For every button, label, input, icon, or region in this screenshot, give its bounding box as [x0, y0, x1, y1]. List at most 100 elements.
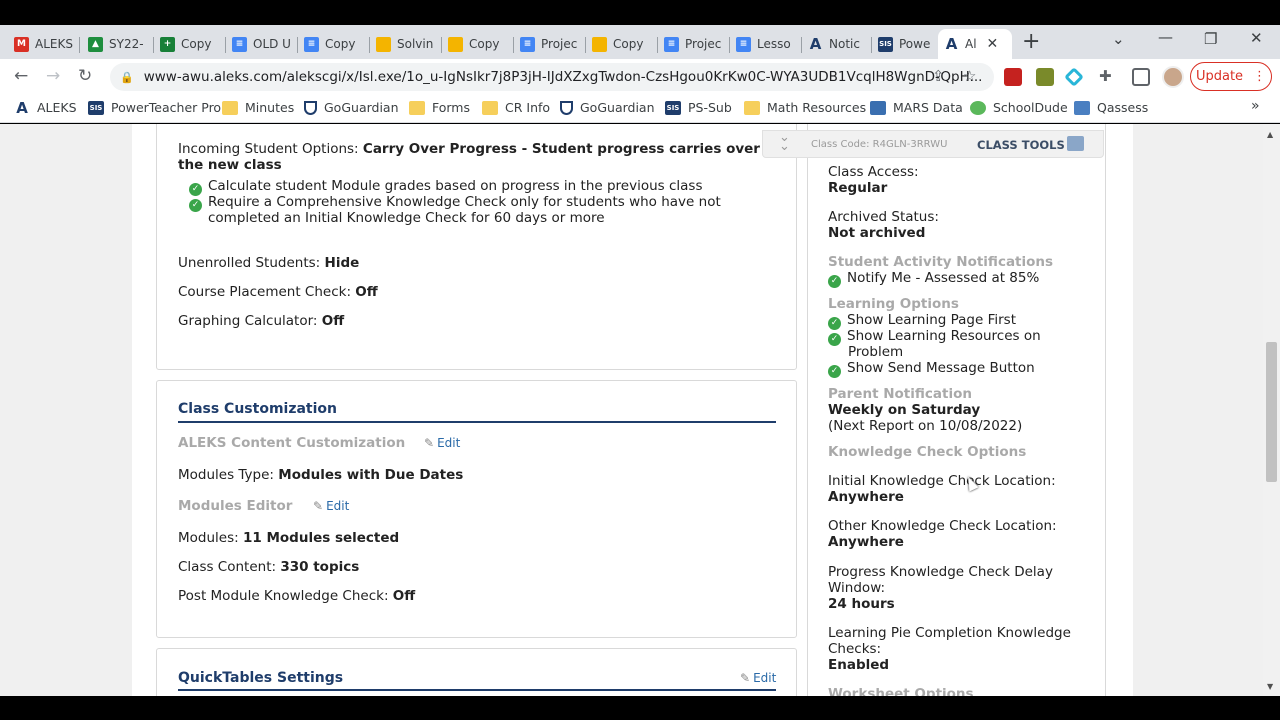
tab-sheets-copy[interactable]: + Copy: [154, 29, 226, 59]
class-access-label: Class Access:: [828, 164, 919, 180]
close-window-icon[interactable]: ✕: [1250, 29, 1263, 47]
bookmark-forms[interactable]: Forms: [409, 100, 470, 115]
tab-search-chevron-icon[interactable]: ⌄: [1112, 30, 1125, 48]
minimize-icon[interactable]: —: [1158, 28, 1173, 46]
bookmark-label: GoGuardian: [580, 100, 655, 115]
class-tools-button[interactable]: CLASS TOOLS: [977, 138, 1065, 152]
content-customization-edit-link[interactable]: ✎ Edit: [424, 436, 460, 450]
tab-docs-copy[interactable]: ≡ Copy: [298, 29, 370, 59]
tab-label: Powe: [899, 37, 931, 51]
bookmark-ps-sub[interactable]: SIS PS-Sub: [665, 100, 732, 115]
aleks-icon: A: [809, 35, 822, 53]
bookmark-schooldude[interactable]: SchoolDude: [970, 100, 1068, 115]
extension-puzzle-badge-icon[interactable]: [1036, 68, 1054, 86]
bookmark-label: Math Resources: [767, 100, 867, 115]
restore-icon[interactable]: ❐: [1204, 30, 1217, 48]
setting-label: Unenrolled Students:: [178, 255, 321, 271]
edit-notepad-icon[interactable]: [1067, 136, 1084, 151]
drive-icon: ▲: [88, 36, 103, 52]
tab-docs-old[interactable]: ≡ OLD U: [226, 29, 298, 59]
tab-drive[interactable]: ▲ SY22-: [82, 29, 154, 59]
side-panel-icon[interactable]: [1132, 68, 1150, 86]
browser-toolbar: ← → ↻ 🔒 www-awu.aleks.com/alekscgi/x/Isl…: [0, 59, 1280, 95]
tab-powerteacher[interactable]: SIS Powe: [872, 29, 938, 59]
url-text: www-awu.aleks.com/alekscgi/x/Isl.exe/1o_…: [143, 69, 983, 85]
bookmark-goguardian-2[interactable]: GoGuardian: [560, 100, 655, 115]
update-button[interactable]: Update ⋮: [1190, 62, 1272, 91]
sis-icon: SIS: [665, 100, 681, 115]
bookmark-label: PowerTeacher Pro: [111, 100, 222, 115]
tab-label: SY22-: [109, 37, 144, 51]
setting-label: Modules Type:: [178, 467, 274, 483]
unenrolled-row: Unenrolled Students: Hide: [178, 255, 359, 271]
tab-docs-project[interactable]: ≡ Projec: [514, 29, 586, 59]
bullet-text: Calculate student Module grades based on…: [208, 178, 703, 194]
bookmark-goguardian[interactable]: GoGuardian: [304, 100, 399, 115]
forward-arrow-icon[interactable]: →: [46, 66, 60, 86]
bookmark-label: Forms: [432, 100, 471, 115]
incoming-bullet-2-cont: completed an Initial Knowledge Check for…: [208, 210, 605, 226]
class-tools-bar: ⌄ ⌄ Class Code: R4GLN-3RRWU CLASS TOOLS: [762, 130, 1104, 158]
tab-aleks-notice[interactable]: A Notic: [802, 29, 872, 59]
edit-label: Edit: [326, 499, 350, 513]
tab-docs-project-2[interactable]: ≡ Projec: [658, 29, 730, 59]
tab-strip: M ALEKS ▲ SY22- + Copy ≡ OLD U ≡ Copy Solvin …: [0, 25, 1280, 59]
bookmark-label: SchoolDude: [993, 100, 1068, 115]
tab-label: Copy: [613, 37, 644, 51]
tab-aleks-gmail[interactable]: M ALEKS: [8, 29, 80, 59]
bookmark-label: Qassess: [1097, 100, 1149, 115]
tab-slides-copy[interactable]: Copy: [442, 29, 514, 59]
close-icon[interactable]: ✕: [987, 36, 999, 52]
item-text: Show Learning Resources on: [847, 328, 1041, 344]
bookmark-qassess[interactable]: Qassess: [1074, 100, 1148, 115]
folder-icon: [744, 100, 760, 115]
extensions-puzzle-icon[interactable]: ✚: [1099, 67, 1112, 85]
item-text: Notify Me - Assessed at 85%: [847, 270, 1040, 286]
tab-label: Copy: [325, 37, 356, 51]
pie-completion-label: Learning Pie Completion Knowledge: [828, 625, 1071, 641]
back-arrow-icon[interactable]: ←: [14, 66, 28, 86]
pencil-icon: ✎: [424, 436, 435, 450]
tab-label: Projec: [685, 37, 722, 51]
bookmarks-overflow-icon[interactable]: »: [1251, 98, 1260, 114]
tab-docs-lesson[interactable]: ≡ Lesso: [730, 29, 802, 59]
notifications-heading: Student Activity Notifications: [828, 254, 1054, 270]
incoming-options-row: Incoming Student Options: Carry Over Pro…: [178, 141, 771, 157]
new-tab-plus-icon[interactable]: +: [1022, 29, 1040, 54]
bookmark-cr-info[interactable]: CR Info: [482, 100, 550, 115]
bookmark-minutes[interactable]: Minutes: [222, 100, 294, 115]
modules-editor-heading: Modules Editor: [178, 498, 293, 514]
check-icon: ✓: [828, 333, 841, 346]
scroll-thumb[interactable]: [1266, 342, 1277, 482]
menu-dots-icon: ⋮: [1253, 69, 1267, 84]
tab-aleks-active[interactable]: A Al ✕: [938, 29, 1012, 59]
share-icon[interactable]: ⇪: [932, 67, 945, 85]
tab-slides-copy-2[interactable]: Copy: [586, 29, 658, 59]
extension-diamond-icon[interactable]: [1064, 67, 1084, 87]
bookmark-aleks[interactable]: A ALEKS: [14, 99, 77, 117]
bookmark-label: ALEKS: [37, 100, 77, 115]
scroll-down-icon[interactable]: ▼: [1267, 682, 1273, 691]
kc-delay-value: 24 hours: [828, 596, 895, 612]
bookmark-powerteacher[interactable]: SIS PowerTeacher Pro: [88, 100, 221, 115]
incoming-value: Carry Over Progress - Student progress c…: [362, 141, 772, 157]
modules-editor-edit-link[interactable]: ✎ Edit: [313, 499, 349, 513]
tab-label: Lesso: [757, 37, 791, 51]
address-bar[interactable]: 🔒 www-awu.aleks.com/alekscgi/x/Isl.exe/1…: [110, 63, 994, 91]
slides-icon: [376, 36, 391, 52]
slides-icon: [592, 36, 607, 52]
page-scrollbar[interactable]: ▲ ▼: [1263, 124, 1280, 696]
pencil-icon: ✎: [740, 671, 751, 685]
bookmark-star-icon[interactable]: ☆: [963, 67, 976, 85]
qassess-icon: [1074, 100, 1090, 115]
profile-avatar[interactable]: [1162, 66, 1184, 88]
bookmark-math-resources[interactable]: Math Resources: [744, 100, 866, 115]
quicktables-edit-link[interactable]: ✎ Edit: [740, 671, 776, 685]
extension-badge-icon[interactable]: [1004, 68, 1022, 86]
content-customization-heading: ALEKS Content Customization: [178, 435, 406, 451]
bookmark-mars-data[interactable]: MARS Data: [870, 100, 963, 115]
tab-slides-solving[interactable]: Solvin: [370, 29, 442, 59]
collapse-chevron-icon[interactable]: ⌄ ⌄: [779, 131, 790, 153]
reload-icon[interactable]: ↻: [78, 66, 92, 86]
scroll-up-icon[interactable]: ▲: [1267, 130, 1273, 139]
